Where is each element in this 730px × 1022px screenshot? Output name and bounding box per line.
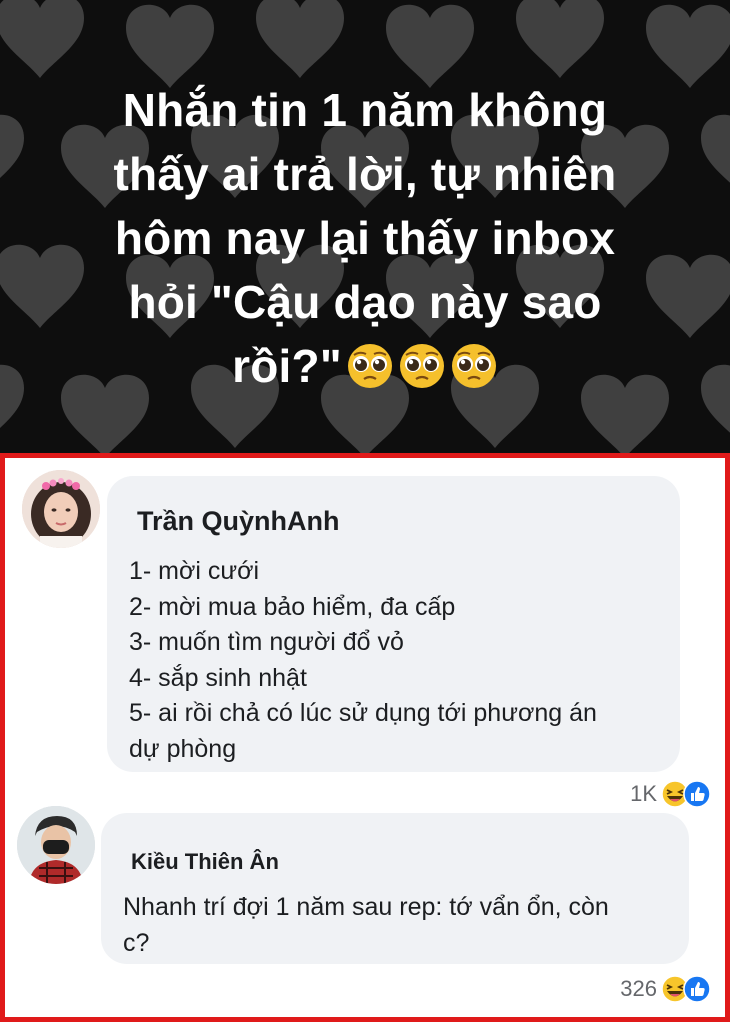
avatar-photo-icon [17, 806, 95, 884]
banner-line-2: thấy ai trả lời, tự nhiên [113, 148, 617, 200]
comment-bubble: Trần QuỳnhAnh 1- mời cưới 2- mời mua bảo… [107, 476, 680, 772]
like-icon [683, 780, 711, 808]
banner-line-4: hỏi "Cậu dạo này sao [128, 276, 602, 328]
pleading-face-icon [451, 344, 496, 388]
comment-text: 1- mời cưới 2- mời mua bảo hiểm, đa cấp … [129, 554, 597, 767]
banner-headline: Nhắn tin 1 năm không thấy ai trả lời, tự… [40, 78, 690, 398]
reaction-count: 326 [620, 976, 657, 1001]
comment-line: dự phòng [129, 734, 237, 763]
avatar[interactable] [17, 806, 95, 884]
comment-line: 2- mời mua bảo hiểm, đa cấp [129, 592, 456, 621]
avatar[interactable] [22, 470, 100, 548]
banner-line-1: Nhắn tin 1 năm không [122, 84, 608, 136]
comment-text: Nhanh trí đợi 1 năm sau rep: tớ vẩn ổn, … [123, 889, 609, 961]
comments-highlight-frame: Trần QuỳnhAnh 1- mời cưới 2- mời mua bảo… [0, 453, 730, 1022]
comment-line: c? [123, 929, 150, 957]
banner-line-3: hôm nay lại thấy inbox [114, 212, 616, 264]
like-icon [683, 975, 711, 1003]
comment-author[interactable]: Kiều Thiên Ân [131, 849, 279, 875]
comment-author[interactable]: Trần QuỳnhAnh [137, 506, 340, 537]
comment-bubble: Kiều Thiên Ân Nhanh trí đợi 1 năm sau re… [101, 813, 689, 964]
comment-line: 5- ai rồi chả có lúc sử dụng tới phương … [129, 699, 597, 727]
meme-banner: Nhắn tin 1 năm không thấy ai trả lời, tự… [0, 0, 730, 453]
reaction-summary[interactable]: 326 [620, 975, 711, 1003]
pleading-face-icon [347, 344, 392, 388]
reaction-summary[interactable]: 1K [630, 780, 711, 808]
comment-line: Nhanh trí đợi 1 năm sau rep: tớ vẩn ổn, … [123, 893, 609, 921]
avatar-photo-icon [22, 470, 100, 548]
comment-line: 1- mời cưới [129, 557, 260, 585]
reaction-count: 1K [630, 781, 657, 806]
comment-line: 3- muốn tìm người đổ vỏ [129, 628, 404, 656]
comment-line: 4- sắp sinh nhật [129, 663, 307, 692]
pleading-face-icon [399, 344, 444, 388]
banner-line-5: rồi?" [40, 334, 690, 398]
banner-line-5-text: rồi?" [232, 340, 342, 392]
